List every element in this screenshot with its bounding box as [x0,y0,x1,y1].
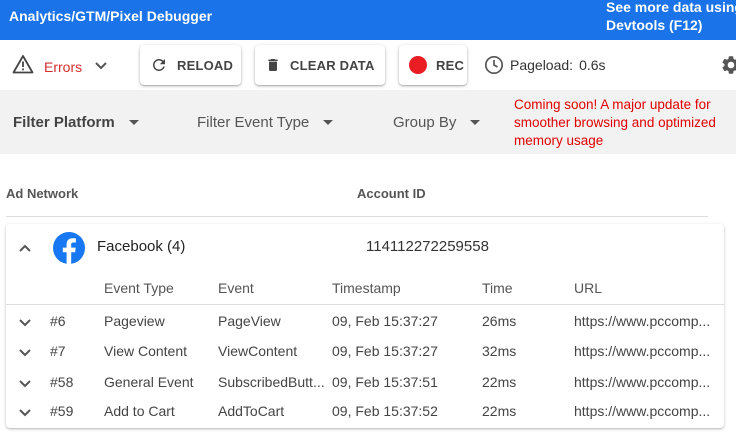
trash-icon [265,56,281,74]
refresh-icon [150,56,168,74]
caret-down-icon [470,120,481,125]
network-account-id: 114112272259558 [366,238,489,255]
event-number: #7 [50,343,66,359]
event-url: https://www.pccomp... [574,403,711,419]
pageload-indicator: Pageload: 0.6s [484,55,606,75]
event-name: AddToCart [218,403,285,419]
event-row[interactable]: #59 Add to Cart AddToCart 09, Feb 15:37:… [6,396,724,426]
event-name: ViewContent [218,343,298,359]
app-title: Analytics/GTM/Pixel Debugger [9,8,213,24]
app-header: Analytics/GTM/Pixel Debugger See more da… [0,0,736,40]
filter-platform-dropdown[interactable]: Filter Platform [13,114,139,131]
event-type: General Event [104,374,194,390]
account-id-header: Account ID [357,186,426,201]
devtools-hint-line2: Devtools (F12) [606,17,703,33]
errors-label: Errors [44,58,83,75]
event-url: https://www.pccomp... [574,343,711,359]
caret-down-icon [323,120,334,125]
chevron-down-icon[interactable] [18,345,32,361]
column-header-time: Time [482,280,513,296]
ad-network-header: Ad Network [6,186,79,201]
event-url: https://www.pccomp... [574,313,711,329]
event-name: SubscribedButt... [218,374,325,390]
chevron-down-icon[interactable] [18,405,32,421]
pageload-value: 0.6s [579,57,606,73]
facebook-icon [53,232,85,264]
column-header-url: URL [574,280,603,296]
event-url: https://www.pccomp... [574,374,711,390]
filter-bar: Filter Platform Filter Event Type Group … [0,90,736,154]
event-row[interactable]: #58 General Event SubscribedButt... 09, … [6,367,724,397]
group-by-label: Group By [393,114,457,131]
clear-data-button[interactable]: CLEAR DATA [255,45,385,85]
event-name: PageView [218,313,281,329]
event-number: #6 [50,313,66,329]
caret-down-icon [128,120,139,125]
divider [6,216,708,217]
event-timestamp: 09, Feb 15:37:27 [332,313,438,329]
event-type: Pageview [104,313,165,329]
chevron-down-icon[interactable] [18,376,32,392]
group-by-dropdown[interactable]: Group By [393,114,481,131]
record-label: REC [436,57,465,73]
pageload-label: Pageload: [510,57,574,73]
column-header-event-type: Event Type [104,280,174,296]
event-row[interactable]: #7 View Content ViewContent 09, Feb 15:3… [6,336,724,366]
reload-button[interactable]: RELOAD [140,45,241,85]
event-timestamp: 09, Feb 15:37:52 [332,403,438,419]
column-header-timestamp: Timestamp [332,280,401,296]
record-button[interactable]: REC [399,45,467,85]
event-type: View Content [104,343,188,359]
filter-event-type-dropdown[interactable]: Filter Event Type [197,114,334,131]
devtools-hint: See more data using Devtools (F12) [606,0,736,34]
clock-icon [484,55,504,75]
event-time: 22ms [482,374,517,390]
clear-data-label: CLEAR DATA [290,57,375,73]
chevron-down-icon [94,58,108,76]
event-type: Add to Cart [104,403,175,419]
network-card-facebook: Facebook (4) 114112272259558 Event Type … [6,224,724,428]
chevron-down-icon[interactable] [18,315,32,331]
event-timestamp: 09, Feb 15:37:27 [332,343,438,359]
column-header-event: Event [218,280,254,296]
event-time: 22ms [482,403,517,419]
event-timestamp: 09, Feb 15:37:51 [332,374,438,390]
chevron-up-icon[interactable] [18,240,32,258]
filter-event-type-label: Filter Event Type [197,114,310,131]
record-icon [409,56,427,74]
event-time: 26ms [482,313,517,329]
event-number: #59 [50,403,74,419]
event-time: 32ms [482,343,517,359]
errors-dropdown[interactable]: Errors [12,54,108,79]
gear-icon[interactable] [720,54,736,81]
event-number: #58 [50,374,74,390]
toolbar: Errors RELOAD CLEAR DATA REC Pageload: 0… [0,40,736,90]
warning-icon [12,54,34,79]
update-notice: Coming soon! A major update for smoother… [514,97,716,148]
filter-platform-label: Filter Platform [13,114,115,131]
reload-label: RELOAD [177,57,234,73]
event-row[interactable]: #6 Pageview PageView 09, Feb 15:37:27 26… [6,306,724,336]
divider [6,304,724,305]
devtools-hint-line1: See more data using [606,0,736,15]
network-name[interactable]: Facebook (4) [97,238,185,255]
